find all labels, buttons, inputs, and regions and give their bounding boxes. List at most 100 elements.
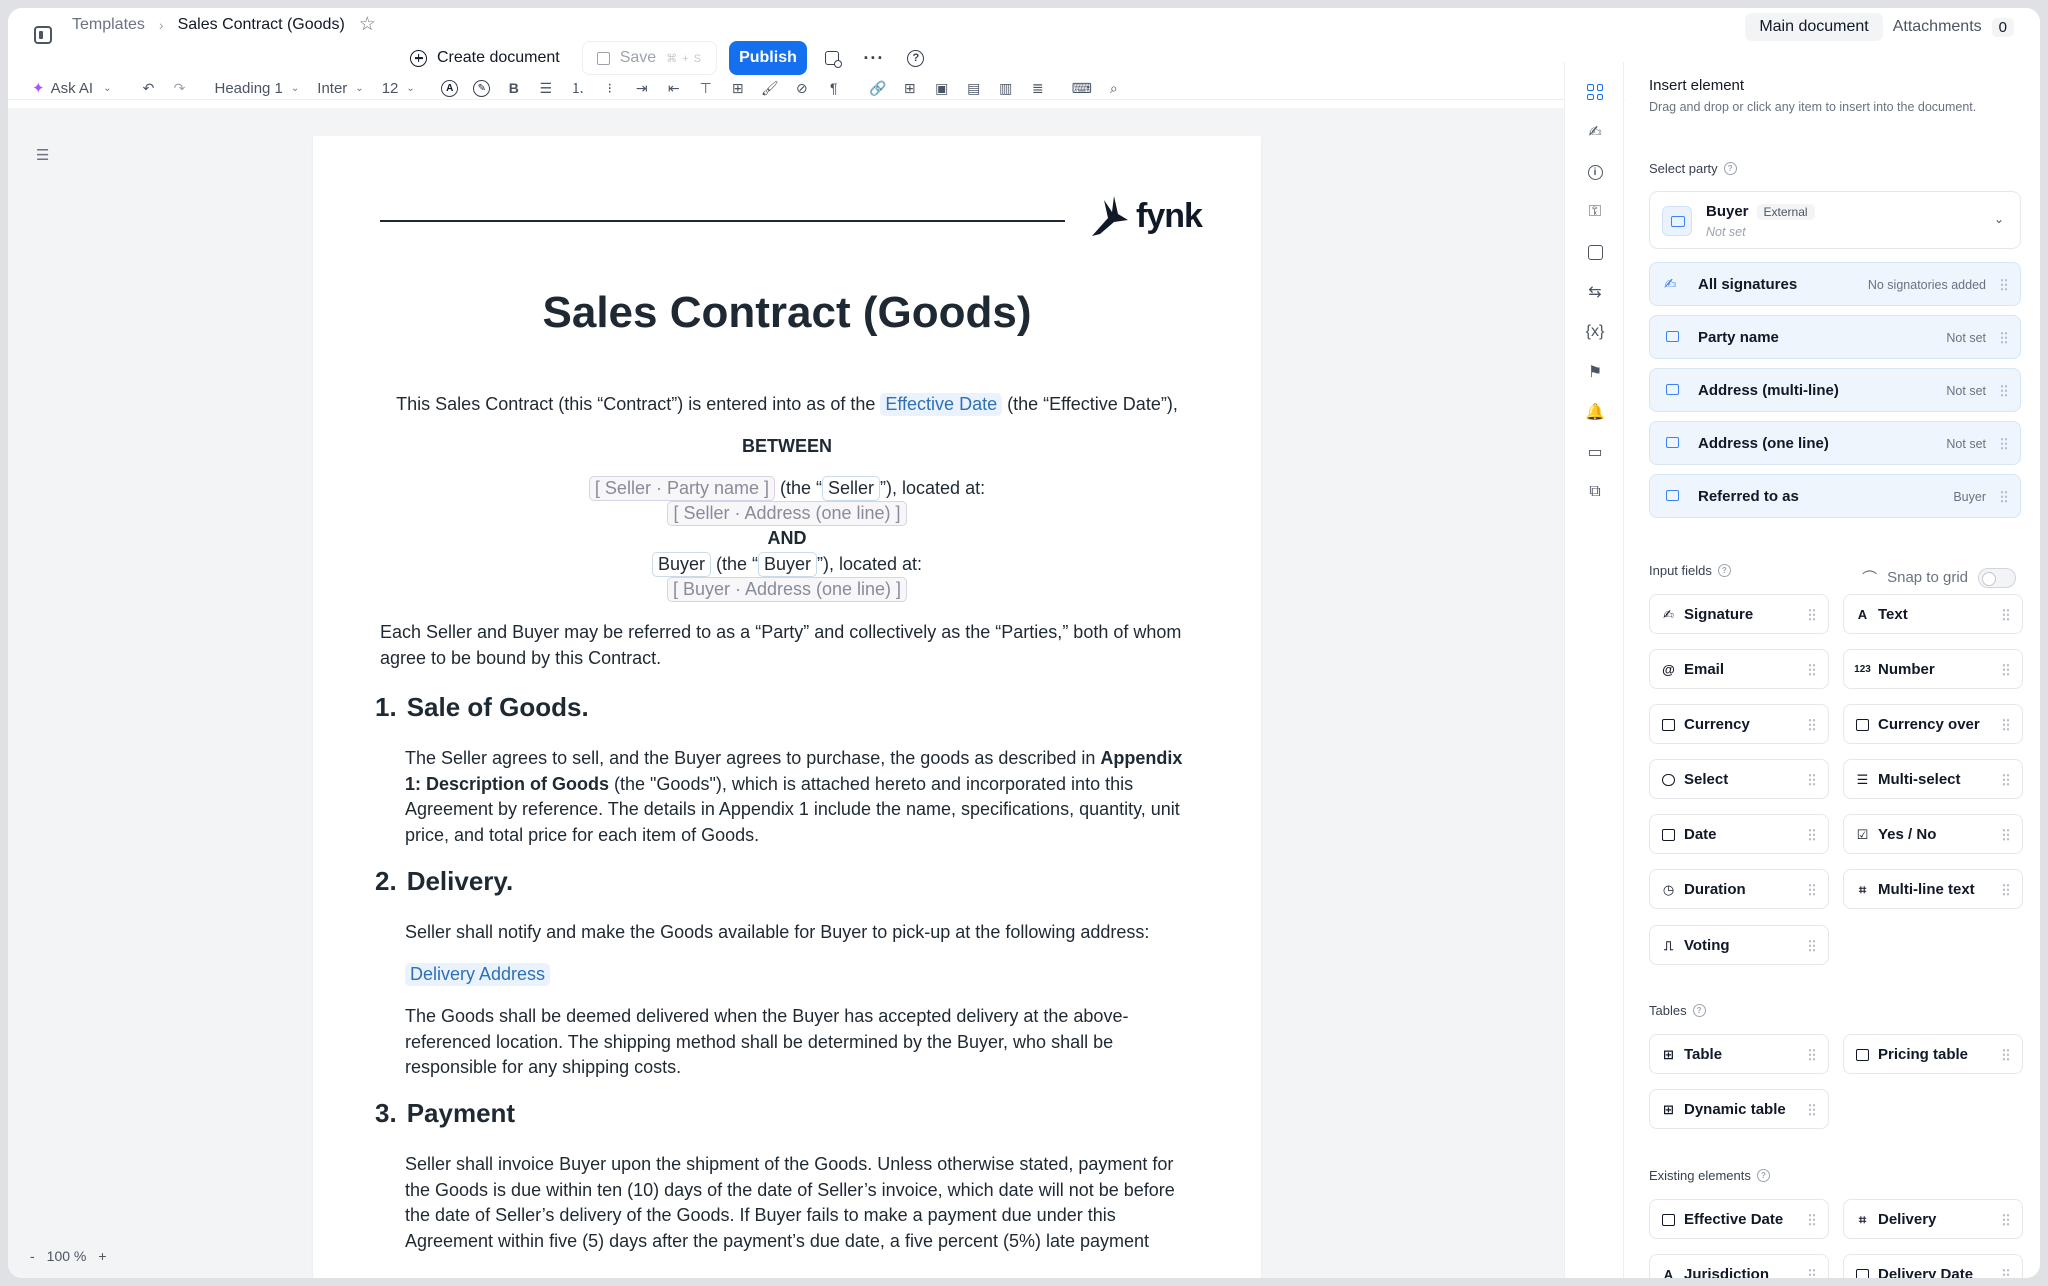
effective-date-field[interactable]: Effective Date — [880, 393, 1003, 416]
text-color-icon[interactable]: A — [439, 77, 461, 99]
image-icon[interactable]: ▣ — [931, 77, 953, 99]
key-icon[interactable]: ⚿ — [1584, 201, 1606, 223]
help-icon[interactable]: ? — [1717, 564, 1731, 577]
keyboard-icon[interactable]: ⌨ — [1071, 77, 1093, 99]
seller-party-name-field[interactable]: [ Seller · Party name ] — [588, 476, 775, 501]
party-row-address-multi-line[interactable]: Address (multi-line) Not set — [1649, 368, 2021, 412]
field-currency[interactable]: Currency — [1649, 704, 1829, 744]
info-icon[interactable]: i — [1584, 161, 1606, 183]
link-icon[interactable]: 🔗 — [867, 77, 889, 99]
align-top-icon[interactable]: ⊤ — [695, 77, 717, 99]
party-select-dropdown[interactable]: Buyer External Not set ⌄ — [1649, 191, 2021, 249]
table-basic[interactable]: ⊞ Table — [1649, 1034, 1829, 1074]
delivery-address-field[interactable]: Delivery Address — [405, 963, 551, 986]
outline-icon[interactable]: ☰ — [36, 146, 49, 164]
section-1-heading[interactable]: 1. Sale of Goods. — [375, 692, 589, 723]
field-multi-select[interactable]: ☰ Multi-select — [1843, 759, 2023, 799]
flag-icon[interactable]: ⚑ — [1584, 361, 1606, 383]
drag-handle-icon[interactable] — [2002, 828, 2010, 841]
outdent-icon[interactable]: ⇤ — [663, 77, 685, 99]
buyer-party-name-field[interactable]: Buyer — [651, 552, 711, 577]
heading-dropdown[interactable]: Heading 1 ⌄ — [215, 80, 300, 97]
insert-elements-icon[interactable] — [1584, 81, 1606, 103]
drag-handle-icon[interactable] — [1808, 608, 1816, 621]
existing-delivery[interactable]: ⌗ Delivery — [1843, 1199, 2023, 1239]
field-select[interactable]: Select — [1649, 759, 1829, 799]
parties-paragraph[interactable]: Each Seller and Buyer may be referred to… — [380, 620, 1200, 671]
bold-icon[interactable]: B — [503, 77, 525, 99]
drag-handle-icon[interactable] — [2002, 1268, 2010, 1278]
party-row-all-signatures[interactable]: ✍ All signatures No signatories added — [1649, 262, 2021, 306]
drag-handle-icon[interactable] — [1808, 773, 1816, 786]
zoom-in-button[interactable]: + — [98, 1248, 106, 1264]
align-center-icon[interactable]: ☰ — [535, 77, 557, 99]
redo-icon[interactable]: ↷ — [169, 77, 191, 99]
field-currency-over[interactable]: Currency over — [1843, 704, 2023, 744]
file-icon[interactable]: ▤ — [963, 77, 985, 99]
list-settings-icon[interactable]: ≣ — [1027, 77, 1049, 99]
drag-handle-icon[interactable] — [2002, 1048, 2010, 1061]
page-break-icon[interactable]: ▥ — [995, 77, 1017, 99]
archive-icon[interactable]: ▭ — [1584, 441, 1606, 463]
seller-reference-field[interactable]: Seller — [822, 476, 881, 501]
section-3-paragraph[interactable]: Seller shall invoice Buyer upon the ship… — [405, 1152, 1200, 1254]
sidebar-toggle-icon[interactable] — [34, 26, 52, 44]
field-signature[interactable]: ✍ Signature — [1649, 594, 1829, 634]
star-icon[interactable]: ☆ — [359, 15, 376, 34]
tab-attachments[interactable]: Attachments 0 — [1893, 17, 2014, 37]
field-number[interactable]: 123 Number — [1843, 649, 2023, 689]
seller-address-field[interactable]: [ Seller · Address (one line) ] — [667, 501, 907, 526]
drag-handle-icon[interactable] — [1808, 1103, 1816, 1116]
paint-brush-icon[interactable]: 🖌 — [759, 77, 781, 99]
drag-handle-icon[interactable] — [2000, 384, 2008, 397]
existing-jurisdiction[interactable]: A Jurisdiction — [1649, 1254, 1829, 1278]
breadcrumb-current[interactable]: Sales Contract (Goods) — [178, 16, 345, 34]
buyer-reference-field[interactable]: Buyer — [757, 552, 818, 577]
signature-icon[interactable]: ✍ — [1584, 121, 1606, 143]
drag-handle-icon[interactable] — [2002, 1213, 2010, 1226]
drag-handle-icon[interactable] — [1808, 1048, 1816, 1061]
document-title[interactable]: Sales Contract (Goods) — [313, 288, 1261, 338]
section-3-heading[interactable]: 3. Payment — [375, 1098, 515, 1129]
ordered-list-icon[interactable]: ⒈ — [567, 77, 589, 99]
drag-handle-icon[interactable] — [1808, 828, 1816, 841]
bullet-list-icon[interactable]: ⁝ — [599, 77, 621, 99]
help-icon[interactable]: ? — [1692, 1004, 1706, 1017]
table-pricing[interactable]: Pricing table — [1843, 1034, 2023, 1074]
table-dynamic[interactable]: ⊞ Dynamic table — [1649, 1089, 1829, 1129]
document-page[interactable]: fynk Sales Contract (Goods) This Sales C… — [313, 136, 1261, 1278]
drag-handle-icon[interactable] — [1808, 1213, 1816, 1226]
indent-icon[interactable]: ⇥ — [631, 77, 653, 99]
drag-handle-icon[interactable] — [2000, 490, 2008, 503]
section-2-paragraph-2[interactable]: The Goods shall be deemed delivered when… — [405, 1004, 1200, 1081]
search-icon[interactable]: ⌕ — [1103, 77, 1125, 99]
party-row-referred-to-as[interactable]: Referred to as Buyer — [1649, 474, 2021, 518]
calendar-icon[interactable] — [1584, 241, 1606, 263]
drag-handle-icon[interactable] — [2002, 773, 2010, 786]
bell-icon[interactable]: 🔔 — [1584, 401, 1606, 423]
zoom-out-button[interactable]: - — [30, 1248, 35, 1264]
drag-handle-icon[interactable] — [2000, 278, 2008, 291]
section-2-heading[interactable]: 2. Delivery. — [375, 866, 513, 897]
drag-handle-icon[interactable] — [2002, 663, 2010, 676]
highlight-icon[interactable]: ✎ — [471, 77, 493, 99]
drag-handle-icon[interactable] — [2000, 331, 2008, 344]
field-date[interactable]: Date — [1649, 814, 1829, 854]
variables-icon[interactable]: {x} — [1584, 321, 1606, 343]
section-1-paragraph[interactable]: The Seller agrees to sell, and the Buyer… — [405, 746, 1200, 848]
table-icon[interactable]: ⊞ — [899, 77, 921, 99]
help-icon[interactable]: ? — [1723, 162, 1737, 175]
field-multi-line-text[interactable]: ⌗ Multi-line text — [1843, 869, 2023, 909]
drag-handle-icon[interactable] — [1808, 883, 1816, 896]
pilcrow-icon[interactable]: ¶ — [823, 77, 845, 99]
drag-handle-icon[interactable] — [1808, 718, 1816, 731]
puzzle-icon[interactable]: ⧉ — [1584, 481, 1606, 503]
drag-handle-icon[interactable] — [1808, 939, 1816, 952]
breadcrumb-templates[interactable]: Templates — [72, 16, 145, 34]
existing-effective-date[interactable]: Effective Date — [1649, 1199, 1829, 1239]
drag-handle-icon[interactable] — [1808, 663, 1816, 676]
section-2-paragraph[interactable]: Seller shall notify and make the Goods a… — [405, 920, 1200, 946]
drag-handle-icon[interactable] — [2002, 883, 2010, 896]
tab-main-document[interactable]: Main document — [1745, 13, 1883, 41]
party-row-address-one-line[interactable]: Address (one line) Not set — [1649, 421, 2021, 465]
